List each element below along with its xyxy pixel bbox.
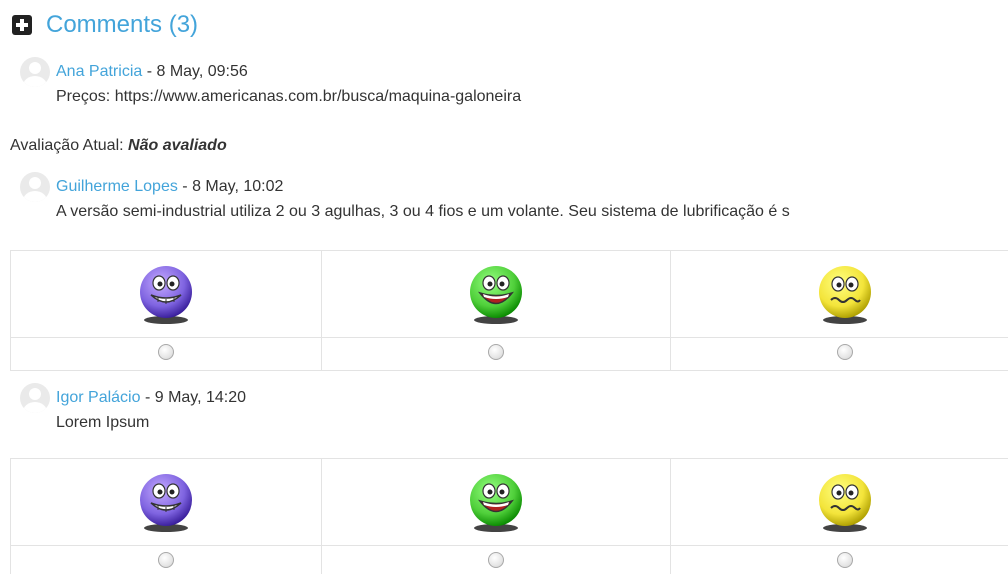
avatar [20, 57, 50, 87]
worried-smiley-icon [819, 266, 872, 324]
vote-table [9, 458, 1008, 574]
comments-title[interactable]: Comments (3) [46, 10, 198, 40]
comment-item: Guilherme Lopes - 8 May, 10:02 A versão … [20, 172, 1008, 223]
comments-section: Comments (3) Ana Patricia - 8 May, 09:56… [0, 0, 1008, 574]
rating-value: Não avaliado [128, 137, 227, 154]
vote-option-cell [670, 458, 1008, 546]
comment-timestamp: - 9 May, 14:20 [140, 389, 247, 406]
comment-item: Igor Palácio - 9 May, 14:20 Lorem Ipsum [20, 383, 1008, 434]
avatar [20, 172, 50, 202]
comment-text: A versão semi-industrial utiliza 2 ou 3 … [56, 203, 790, 220]
vote-option-cell [9, 250, 323, 338]
comment-author-link[interactable]: Igor Palácio [56, 389, 141, 407]
vote-radio[interactable] [488, 551, 505, 568]
comment-timestamp: - 8 May, 09:56 [142, 63, 248, 80]
laughing-smiley-icon [470, 474, 523, 532]
vote-option-cell [670, 250, 1008, 338]
worried-smiley-icon [819, 474, 872, 532]
comment-timestamp: - 8 May, 10:02 [177, 178, 284, 195]
current-rating: Avaliação Atual: Não avaliado [10, 137, 227, 155]
comment-item: Ana Patricia - 8 May, 09:56 Preços: http… [20, 57, 1008, 108]
vote-option-cell [321, 458, 672, 546]
vote-radio[interactable] [158, 551, 175, 568]
rating-label: Avaliação Atual: [10, 137, 129, 154]
vote-radio[interactable] [158, 343, 175, 360]
comment-text: Lorem Ipsum [56, 414, 150, 431]
laughing-smiley-icon [470, 266, 523, 324]
vote-option-cell [9, 458, 323, 546]
comment-text: Preços: https://www.americanas.com.br/bu… [56, 88, 522, 105]
comment-author-link[interactable]: Guilherme Lopes [56, 178, 178, 196]
vote-table [9, 250, 1008, 371]
vote-radio[interactable] [837, 551, 854, 568]
comments-toggle[interactable]: Comments (3) [12, 10, 198, 40]
grinning-smiley-icon [140, 266, 193, 324]
avatar [20, 383, 50, 413]
grinning-smiley-icon [140, 474, 193, 532]
vote-radio[interactable] [488, 343, 505, 360]
vote-radio[interactable] [837, 343, 854, 360]
vote-option-cell [321, 250, 672, 338]
plus-icon[interactable] [12, 15, 32, 35]
comment-author-link[interactable]: Ana Patricia [56, 63, 142, 81]
